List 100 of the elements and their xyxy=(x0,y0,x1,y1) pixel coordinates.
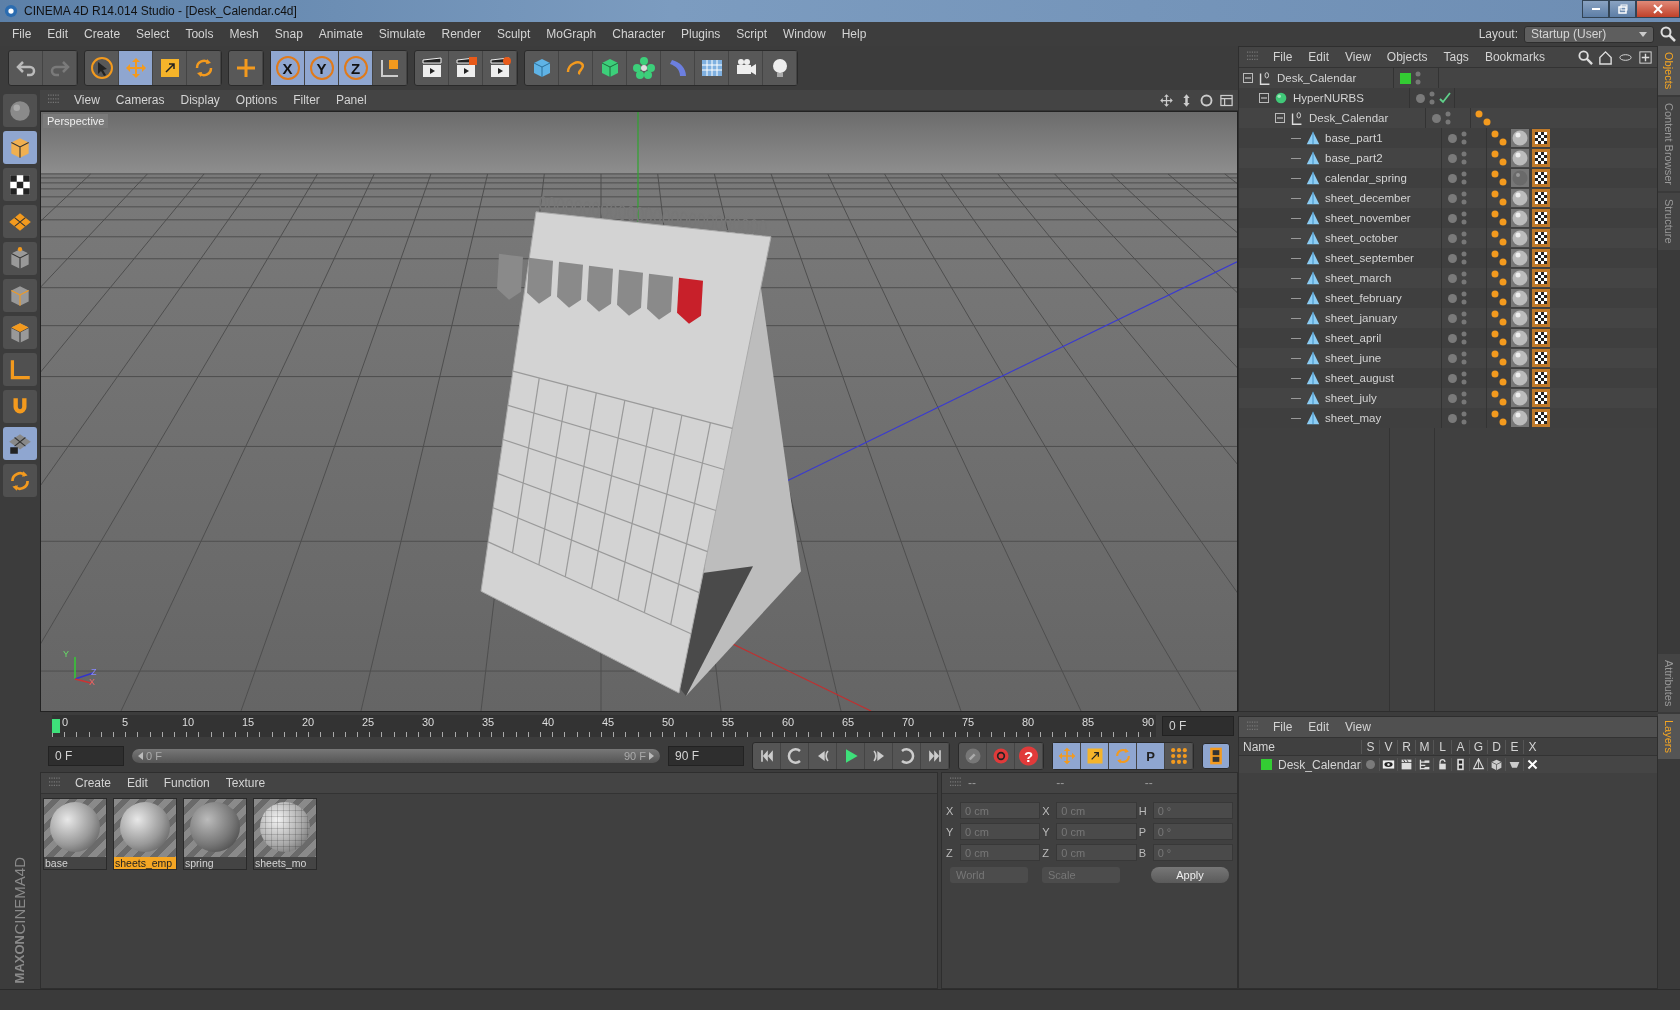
axis-mode-button[interactable] xyxy=(3,353,37,386)
layout-dropdown[interactable]: Startup (User) xyxy=(1524,25,1654,43)
visibility-dots-icon[interactable] xyxy=(1461,290,1467,306)
visibility-dots-icon[interactable] xyxy=(1461,270,1467,286)
visibility-dots-icon[interactable] xyxy=(1461,370,1467,386)
visibility-dots-icon[interactable] xyxy=(1429,90,1435,106)
dot-icon[interactable] xyxy=(1448,213,1457,223)
checkerboard-tag-icon[interactable] xyxy=(1532,249,1550,267)
apply-button[interactable]: Apply xyxy=(1151,867,1229,883)
menu-item[interactable]: Snap xyxy=(266,24,311,44)
dot-icon[interactable] xyxy=(1448,393,1457,403)
cone-icon[interactable] xyxy=(1472,758,1485,771)
dot-icon[interactable] xyxy=(1448,353,1457,363)
sphere-tag-icon[interactable] xyxy=(1511,249,1529,267)
menu-item[interactable]: Edit xyxy=(1300,48,1338,66)
object-row[interactable]: Desk_Calendar xyxy=(1239,108,1657,128)
dots-tag-icon[interactable] xyxy=(1490,209,1508,227)
object-row[interactable]: sheet_march xyxy=(1239,268,1657,288)
texture-button[interactable] xyxy=(3,168,37,201)
dot-icon[interactable] xyxy=(1448,273,1457,283)
dots-tag-icon[interactable] xyxy=(1490,309,1508,327)
dots-tag-icon[interactable] xyxy=(1490,289,1508,307)
object-row[interactable]: sheet_january xyxy=(1239,308,1657,328)
menu-item[interactable]: Filter xyxy=(285,91,328,109)
menu-item[interactable]: Character xyxy=(604,24,673,44)
material-thumbnail[interactable]: base xyxy=(43,798,107,870)
search-icon[interactable] xyxy=(1660,26,1676,42)
current-frame-field[interactable]: 0 F xyxy=(1162,716,1234,736)
material-thumbnail[interactable]: sheets_emp xyxy=(113,798,177,870)
side-tab[interactable]: Structure xyxy=(1658,193,1680,250)
column-header[interactable]: G xyxy=(1469,739,1487,754)
column-header[interactable]: D xyxy=(1487,739,1505,754)
object-row[interactable]: sheet_july xyxy=(1239,388,1657,408)
minus-box-icon[interactable] xyxy=(1243,73,1253,83)
menu-item[interactable]: View xyxy=(1337,718,1379,736)
start-frame-field[interactable]: 0 F xyxy=(48,746,124,766)
check-icon[interactable] xyxy=(1439,92,1451,104)
visibility-dots-icon[interactable] xyxy=(1445,110,1451,126)
sphere-tag-icon[interactable] xyxy=(1511,149,1529,167)
menu-item[interactable]: Tags xyxy=(1435,48,1477,66)
checkerboard-tag-icon[interactable] xyxy=(1532,329,1550,347)
clapperboard-icon[interactable] xyxy=(1400,758,1413,771)
sphere-tag-icon[interactable] xyxy=(1511,329,1529,347)
object-row[interactable]: Desk_Calendar xyxy=(1239,68,1657,88)
sphere-tag-icon[interactable] xyxy=(1511,189,1529,207)
column-header[interactable]: L xyxy=(1433,739,1451,754)
new-window-icon[interactable] xyxy=(1638,49,1653,65)
dots-tag-icon[interactable] xyxy=(1490,169,1508,187)
film-icon[interactable] xyxy=(1454,758,1467,771)
minus-box-icon[interactable] xyxy=(1259,93,1269,103)
dot-icon[interactable] xyxy=(1432,113,1441,123)
menu-item[interactable]: Edit xyxy=(39,24,77,44)
object-row[interactable]: sheet_june xyxy=(1239,348,1657,368)
snap-button[interactable] xyxy=(3,390,37,423)
menu-item[interactable]: File xyxy=(1265,48,1301,66)
solo-button[interactable] xyxy=(3,464,37,497)
visibility-dots-icon[interactable] xyxy=(1415,70,1421,86)
visibility-dots-icon[interactable] xyxy=(1461,190,1467,206)
minus-box-icon[interactable] xyxy=(1275,113,1285,123)
visibility-dots-icon[interactable] xyxy=(1461,170,1467,186)
sphere-tag-icon[interactable] xyxy=(1511,349,1529,367)
sphere-tag-icon[interactable] xyxy=(1511,309,1529,327)
object-row[interactable]: sheet_december xyxy=(1239,188,1657,208)
menu-item[interactable]: Simulate xyxy=(370,24,434,44)
dot-icon[interactable] xyxy=(1448,173,1457,183)
move-button[interactable] xyxy=(119,51,153,85)
menu-item[interactable]: Help xyxy=(833,24,875,44)
dots-tag-icon[interactable] xyxy=(1490,369,1508,387)
cross-icon[interactable] xyxy=(1526,758,1539,771)
checkerboard-tag-icon[interactable] xyxy=(1532,209,1550,227)
position-key-button[interactable] xyxy=(1053,743,1081,769)
cube-icon[interactable] xyxy=(1490,758,1503,771)
dot-icon[interactable] xyxy=(1448,373,1457,383)
object-row[interactable]: sheet_october xyxy=(1239,228,1657,248)
layer-row[interactable]: Desk_Calendar xyxy=(1239,756,1657,773)
dots-tag-icon[interactable] xyxy=(1490,409,1508,427)
right-arrow-icon[interactable] xyxy=(649,752,654,760)
dots-tag-icon[interactable] xyxy=(1490,229,1508,247)
sphere-tag-icon[interactable] xyxy=(1511,289,1529,307)
dot-icon[interactable] xyxy=(1448,133,1457,143)
eye-icon[interactable] xyxy=(1382,758,1395,771)
checkerboard-tag-icon[interactable] xyxy=(1532,409,1550,427)
menu-item[interactable]: Render xyxy=(433,24,489,44)
checkerboard-tag-icon[interactable] xyxy=(1532,189,1550,207)
rotation-key-button[interactable] xyxy=(1109,743,1137,769)
dot-icon[interactable] xyxy=(1416,93,1425,103)
column-header[interactable]: E xyxy=(1505,739,1523,754)
menu-item[interactable]: Mesh xyxy=(221,24,267,44)
side-tab[interactable]: Layers xyxy=(1658,713,1680,759)
sphere-tag-icon[interactable] xyxy=(1511,229,1529,247)
hierarchy-icon[interactable] xyxy=(1418,758,1431,771)
menu-item[interactable]: File xyxy=(4,24,40,44)
column-header[interactable]: Name xyxy=(1239,739,1361,754)
maximize-button[interactable] xyxy=(1609,0,1636,18)
menu-item[interactable]: Sculpt xyxy=(488,24,539,44)
axis-lock-button[interactable]: Z xyxy=(339,51,373,85)
left-arrow-icon[interactable] xyxy=(138,752,143,760)
menu-item[interactable]: Tools xyxy=(177,24,222,44)
sphere-tag-icon[interactable] xyxy=(1511,389,1529,407)
menu-item[interactable]: View xyxy=(66,91,108,109)
